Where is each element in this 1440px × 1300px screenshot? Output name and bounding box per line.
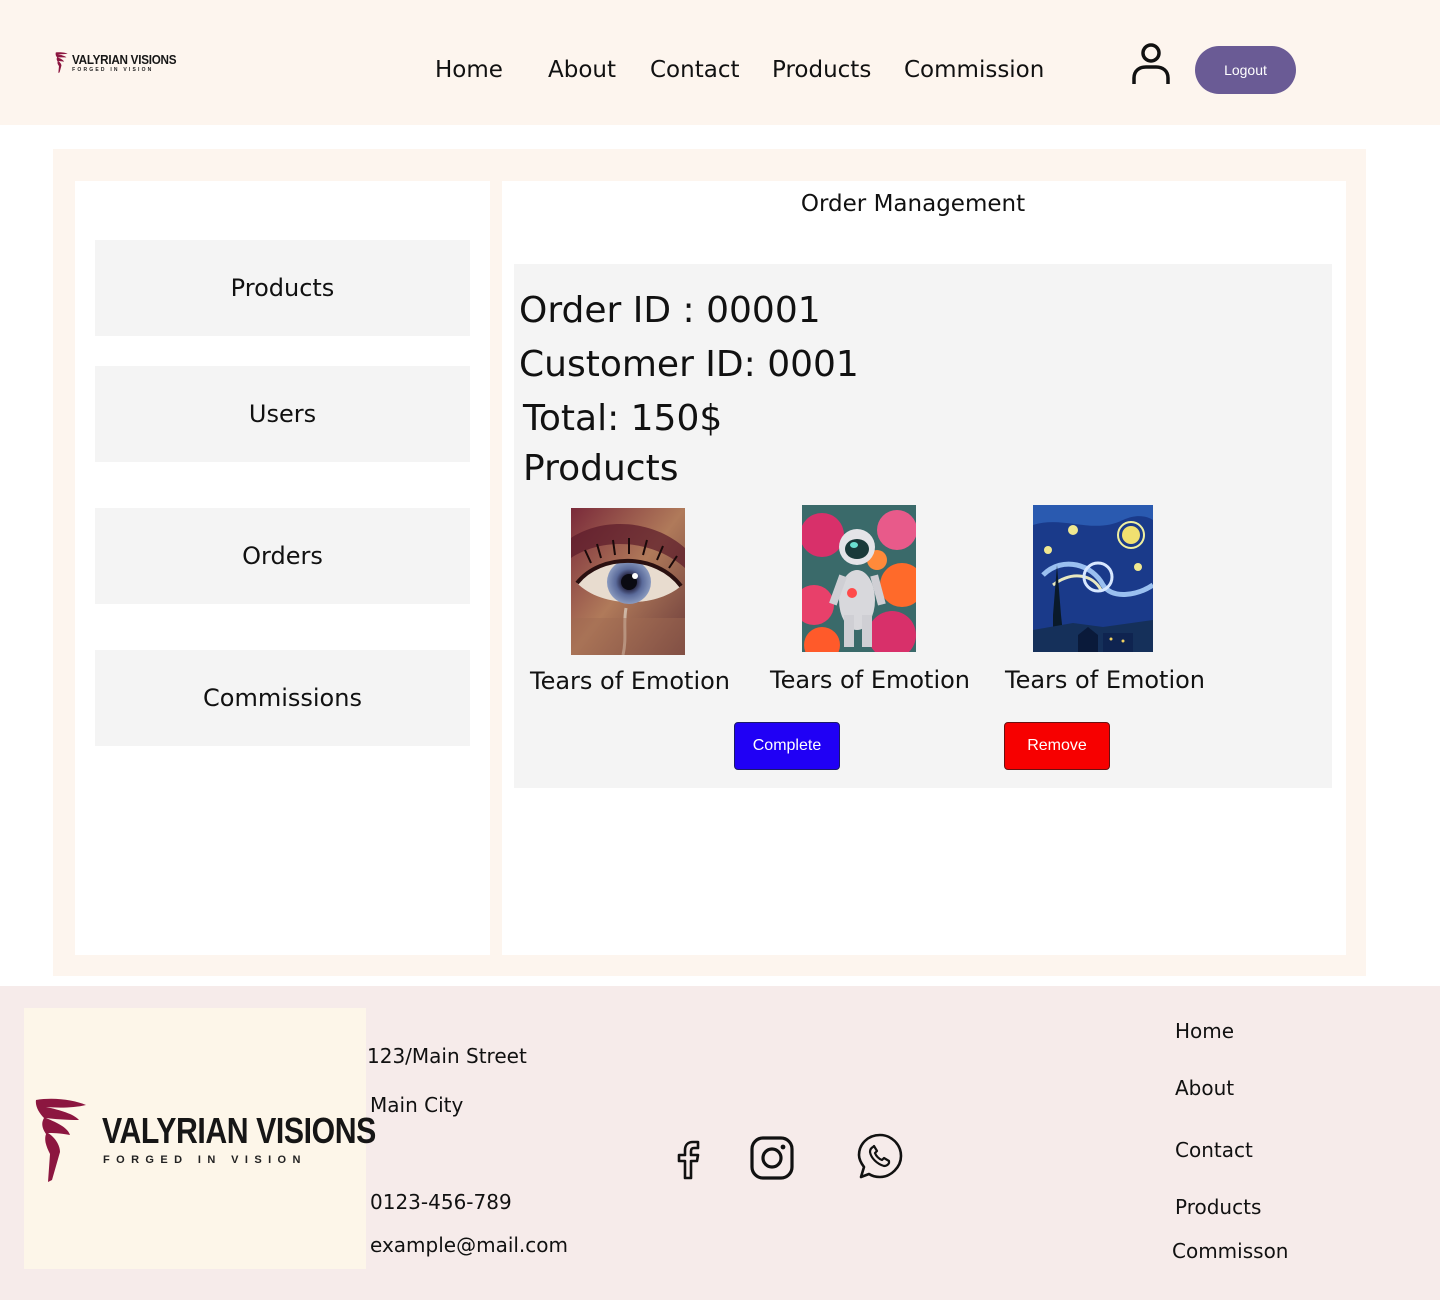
logout-button[interactable]: Logout <box>1195 46 1296 94</box>
nav-about[interactable]: About <box>548 57 616 83</box>
product-name: Tears of Emotion <box>1005 666 1206 694</box>
eye-painting-image <box>571 508 685 655</box>
email-address: example@mail.com <box>370 1233 569 1257</box>
products-heading: Products <box>523 448 679 489</box>
order-total: Total: 150$ <box>523 398 723 439</box>
remove-button[interactable]: Remove <box>1004 722 1110 770</box>
sidebar-item-commissions[interactable]: Commissions <box>95 650 470 746</box>
brand-name: VALYRIAN VISIONS <box>72 51 177 67</box>
instagram-icon[interactable] <box>749 1135 795 1181</box>
product-name: Tears of Emotion <box>770 666 971 694</box>
footer-link-home[interactable]: Home <box>1175 1019 1234 1043</box>
whatsapp-icon[interactable] <box>855 1132 905 1182</box>
brand-tagline: FORGED IN VISION <box>103 1154 307 1166</box>
site-header: VALYRIAN VISIONS FORGED IN VISION Home A… <box>0 0 1440 125</box>
complete-button[interactable]: Complete <box>734 722 840 770</box>
facebook-icon[interactable] <box>671 1136 705 1180</box>
footer-link-about[interactable]: About <box>1175 1076 1234 1100</box>
astronaut-flowers-painting-image <box>802 505 916 652</box>
footer-link-products[interactable]: Products <box>1175 1195 1261 1219</box>
footer-link-contact[interactable]: Contact <box>1175 1138 1253 1162</box>
customer-id: Customer ID: 0001 <box>519 344 859 385</box>
address-line-2: Main City <box>370 1093 464 1117</box>
address-line-1: 123/Main Street <box>367 1044 527 1068</box>
brush-logo-icon <box>35 1098 86 1182</box>
footer-brand-logo[interactable]: VALYRIAN VISIONS FORGED IN VISION <box>24 1008 376 1269</box>
brand-logo[interactable]: VALYRIAN VISIONS FORGED IN VISION <box>38 15 188 110</box>
nav-commission[interactable]: Commission <box>904 57 1044 83</box>
sidebar-item-orders[interactable]: Orders <box>95 508 470 604</box>
brush-logo-icon <box>55 51 68 73</box>
page-title: Order Management <box>800 191 1026 217</box>
starry-night-painting-image <box>1033 505 1153 652</box>
product-name: Tears of Emotion <box>530 667 731 695</box>
sidebar-item-products[interactable]: Products <box>95 240 470 336</box>
sidebar-item-users[interactable]: Users <box>95 366 470 462</box>
brand-name: VALYRIAN VISIONS <box>102 1110 376 1151</box>
phone-number: 0123-456-789 <box>370 1190 512 1214</box>
brand-tagline: FORGED IN VISION <box>72 66 154 73</box>
footer-link-commission[interactable]: Commisson <box>1172 1239 1288 1263</box>
order-id: Order ID : 00001 <box>519 290 821 331</box>
user-icon[interactable] <box>1130 42 1172 86</box>
nav-contact[interactable]: Contact <box>650 57 739 83</box>
nav-products[interactable]: Products <box>772 57 871 83</box>
nav-home[interactable]: Home <box>435 57 503 83</box>
